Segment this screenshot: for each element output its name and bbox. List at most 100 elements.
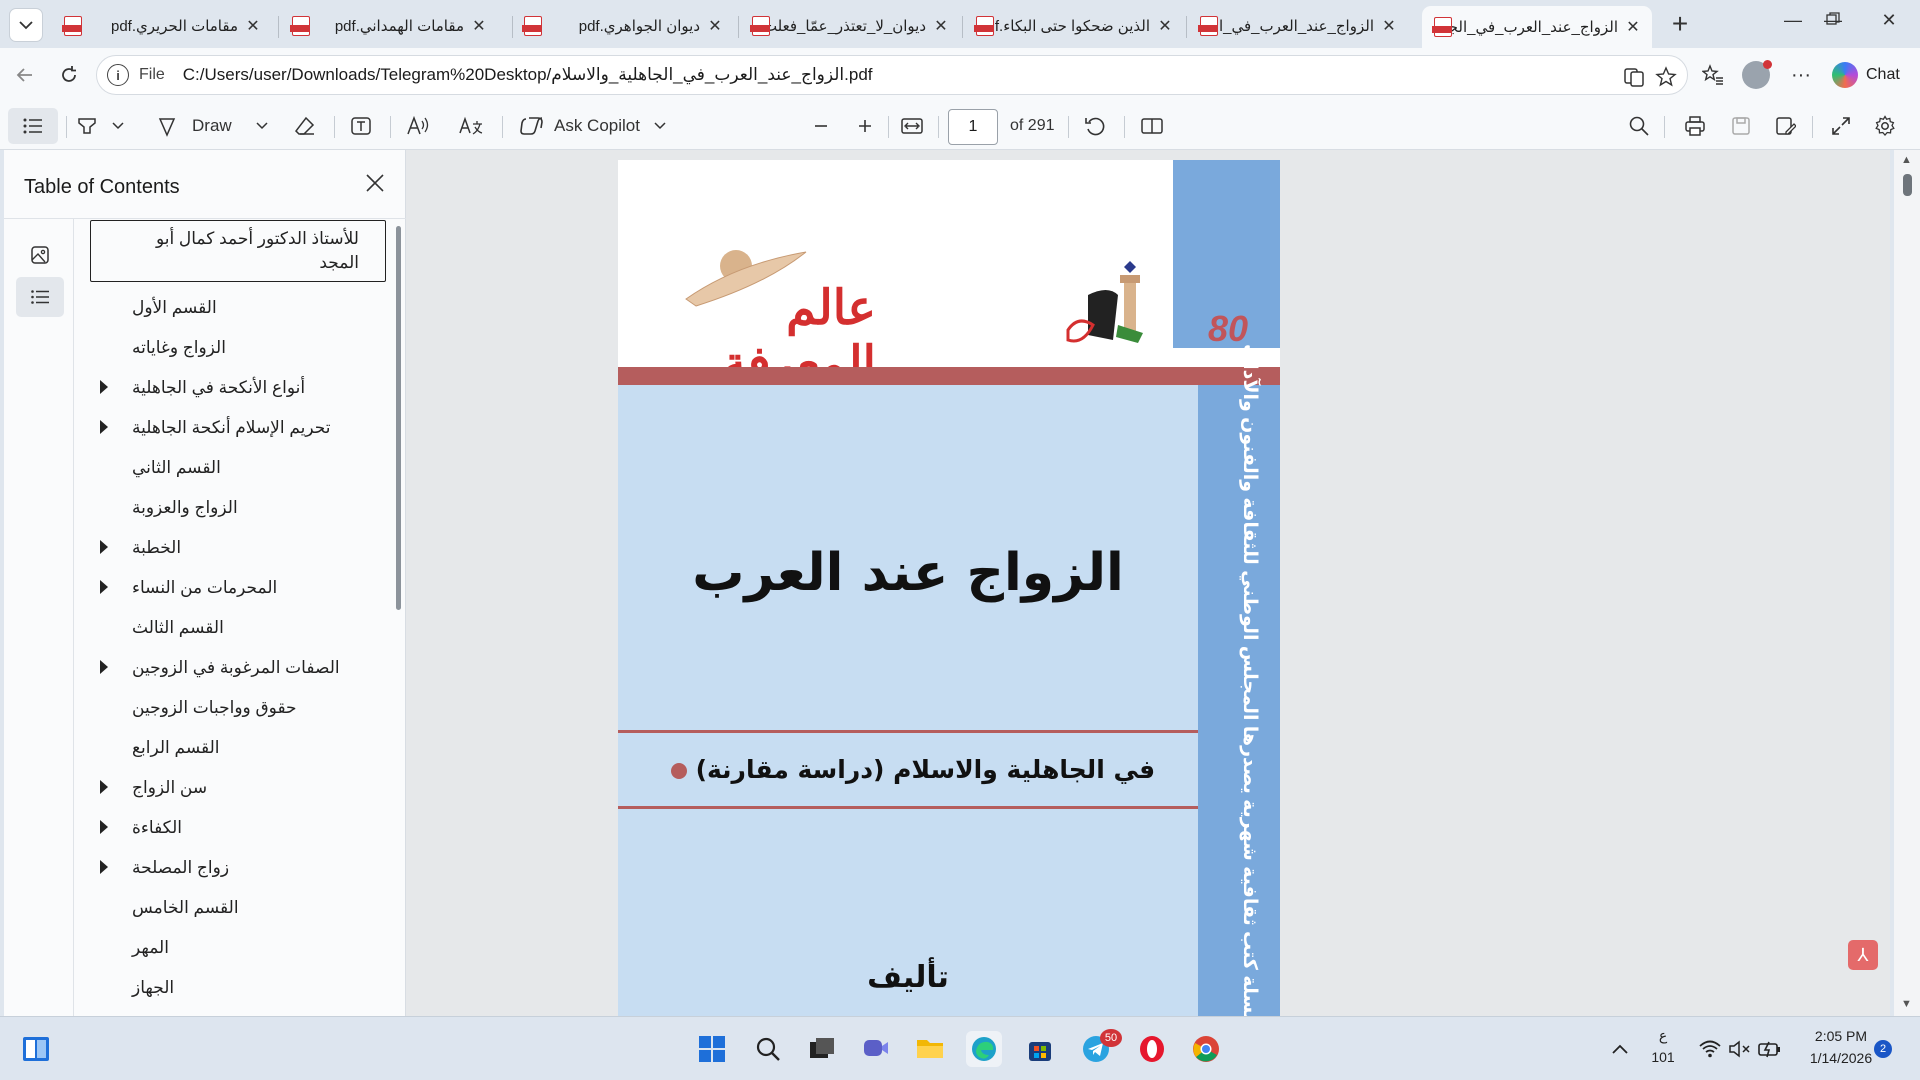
tab-close-button[interactable]: ✕ (932, 16, 950, 36)
read-aloud-button[interactable] (406, 111, 430, 141)
toc-scrollbar[interactable] (396, 226, 401, 610)
tab-close-button[interactable]: ✕ (1380, 16, 1398, 36)
find-button[interactable] (1628, 111, 1650, 141)
address-bar[interactable]: i File C:/Users/user/Downloads/Telegram%… (96, 55, 1688, 95)
thumbnails-tab[interactable] (16, 235, 64, 275)
outline-tab[interactable] (16, 277, 64, 317)
draw-button[interactable]: Draw (156, 111, 268, 141)
toc-item[interactable]: زواج المصلحة (90, 848, 390, 888)
expand-caret-icon[interactable] (100, 420, 108, 434)
tab-close-button[interactable]: ✕ (470, 16, 488, 36)
tab-4[interactable]: الذين ضحكوا حتى البكاء.pdf ✕ (964, 6, 1184, 46)
expand-caret-icon[interactable] (100, 540, 108, 554)
toc-item[interactable]: للأستاذ الدكتور أحمد كمال أبو المجد (90, 220, 386, 282)
tab-close-button[interactable]: ✕ (1624, 17, 1642, 37)
toc-item[interactable]: الخطبة (90, 528, 390, 568)
info-icon[interactable]: i (107, 64, 129, 86)
battery-button[interactable] (1752, 1031, 1788, 1067)
tab-0[interactable]: مقامات الحريري.pdf ✕ (52, 6, 272, 46)
start-button[interactable] (694, 1031, 730, 1067)
toc-item[interactable]: الزواج وغاياته (90, 328, 390, 368)
pdf-viewport[interactable]: 80 عالم المعرفة سلسلة كتب ثقافية شهرية ي… (406, 150, 1890, 1016)
rotate-button[interactable] (1084, 111, 1106, 141)
highlight-button[interactable] (76, 111, 124, 141)
expand-caret-icon[interactable] (100, 580, 108, 594)
store-button[interactable] (1022, 1031, 1058, 1067)
fit-to-width-button[interactable] (900, 111, 924, 141)
toc-item[interactable]: القسم الثالث (90, 608, 390, 648)
url-text[interactable]: C:/Users/user/Downloads/Telegram%20Deskt… (183, 65, 873, 85)
expand-caret-icon[interactable] (100, 380, 108, 394)
scroll-thumb[interactable] (1903, 174, 1912, 196)
chrome-button[interactable] (1188, 1031, 1224, 1067)
toc-item[interactable]: سن الزواج (90, 768, 390, 808)
file-explorer-button[interactable] (912, 1031, 948, 1067)
show-hidden-icons-button[interactable] (1602, 1031, 1638, 1067)
toc-item[interactable]: القسم الرابع (90, 728, 390, 768)
add-text-button[interactable] (350, 111, 372, 141)
ask-copilot-button[interactable]: Ask Copilot (520, 111, 666, 141)
toc-item[interactable]: أنواع الأنكحة في الجاهلية (90, 368, 390, 408)
tab-1[interactable]: مقامات الهمداني.pdf ✕ (280, 6, 498, 46)
new-tab-button[interactable]: + (1664, 10, 1696, 42)
zoom-out-button[interactable] (812, 111, 830, 141)
expand-caret-icon[interactable] (100, 660, 108, 674)
input-language-bottom[interactable]: 101 (1650, 1049, 1676, 1065)
copilot-chat-button[interactable]: Chat (1832, 56, 1912, 94)
toc-item[interactable]: القسم الخامس (90, 888, 390, 928)
scroll-down-icon[interactable]: ▼ (1901, 998, 1912, 1010)
toc-item[interactable]: تحريم الإسلام أنكحة الجاهلية (90, 408, 390, 448)
expand-caret-icon[interactable] (100, 820, 108, 834)
toc-item[interactable]: الكفاءة (90, 808, 390, 848)
input-language-top[interactable]: ع (1650, 1027, 1676, 1044)
table-of-contents-toggle[interactable] (8, 108, 58, 144)
erase-button[interactable] (294, 111, 316, 141)
restore-button[interactable] (1810, 10, 1856, 40)
tab-close-button[interactable]: ✕ (1156, 16, 1174, 36)
widgets-button[interactable] (18, 1031, 54, 1067)
acrobat-icon[interactable]: ⅄ (1848, 940, 1878, 970)
teams-button[interactable] (858, 1031, 894, 1067)
page-number-input[interactable]: 1 (948, 109, 998, 145)
expand-caret-icon[interactable] (100, 860, 108, 874)
taskbar-search-button[interactable] (750, 1031, 786, 1067)
notification-badge[interactable]: 2 (1874, 1040, 1892, 1058)
settings-button[interactable] (1874, 111, 1896, 141)
tab-actions-menu-button[interactable] (9, 8, 43, 42)
back-button[interactable] (10, 60, 40, 90)
tab-6-active[interactable]: الزواج_عند_العرب_في_الجا ✕ (1422, 6, 1652, 48)
read-aloud-icon[interactable] (1621, 64, 1647, 90)
opera-button[interactable] (1134, 1031, 1170, 1067)
pdf-scrollbar[interactable]: ▲ ▼ (1894, 150, 1920, 1016)
toc-item[interactable]: الصفات المرغوبة في الزوجين (90, 648, 390, 688)
refresh-button[interactable] (54, 60, 84, 90)
toc-item[interactable]: القسم الأول (90, 288, 390, 328)
favorite-star-icon[interactable] (1653, 64, 1679, 90)
save-button[interactable] (1730, 111, 1752, 141)
toc-item[interactable]: الزواج والعزوبة (90, 488, 390, 528)
clock-time[interactable]: 2:05 PM (1796, 1028, 1886, 1044)
toc-item[interactable]: القسم الثاني (90, 448, 390, 488)
page-view-button[interactable] (1140, 111, 1164, 141)
save-as-button[interactable] (1774, 111, 1796, 141)
toc-item[interactable]: الجهاز (90, 968, 390, 1008)
translate-button[interactable] (458, 111, 484, 141)
clock-date[interactable]: 1/14/2026 (1796, 1050, 1886, 1066)
tab-close-button[interactable]: ✕ (244, 16, 262, 36)
more-options-button[interactable]: ··· (1786, 60, 1816, 90)
tab-3[interactable]: ديوان_لا_تعتذر_عمّا_فعلت ✕ (740, 6, 960, 46)
print-button[interactable] (1684, 111, 1706, 141)
tab-5[interactable]: الزواج_عند_العرب_في_الجا ✕ (1188, 6, 1408, 46)
toc-item[interactable]: حقوق وواجبات الزوجين (90, 688, 390, 728)
scroll-up-icon[interactable]: ▲ (1901, 154, 1912, 166)
close-window-button[interactable]: ✕ (1866, 10, 1912, 40)
tab-close-button[interactable]: ✕ (706, 16, 724, 36)
favorites-button[interactable] (1698, 60, 1728, 90)
zoom-in-button[interactable] (856, 111, 874, 141)
close-panel-button[interactable] (360, 170, 390, 200)
toc-item[interactable]: المحرمات من النساء (90, 568, 390, 608)
full-screen-button[interactable] (1830, 111, 1852, 141)
tab-2[interactable]: ديوان الجواهري.pdf ✕ (512, 6, 734, 46)
task-view-button[interactable] (804, 1031, 840, 1067)
edge-button[interactable] (966, 1031, 1002, 1067)
